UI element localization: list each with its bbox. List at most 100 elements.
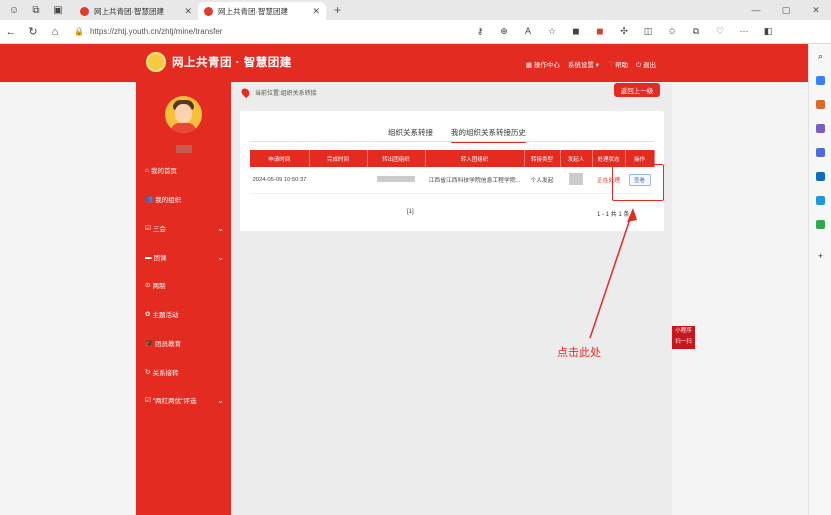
table-header-row: 申请时间 完成时间 转出团组织 转入团组织 转接类型 发起人 处理状态 操作 [250,150,655,167]
column-header: 完成时间 [309,150,368,167]
checkbox-icon: ☑ [145,225,151,232]
browser-toolbar: ⚷ ⊕ A ☆ ◼ ◼ ✣ ◫ ✩ ⧉ ♡ ··· ◧ [468,26,780,37]
games-icon[interactable] [809,116,831,140]
lock-icon: 🔒 [74,27,84,36]
browser-sidebar: ⌕ + [808,44,831,515]
close-tab-icon[interactable]: ✕ [312,6,320,17]
site-favicon-icon [204,6,213,16]
folder-icon: ▬ [145,253,152,261]
address-bar: ← ↻ ⌂ 🔒 https://zhtj.youth.cn/zhtj/mine/… [0,20,831,44]
window-controls: — ▢ ✕ [741,0,831,20]
sidebar-item-two-systems[interactable]: ⊙ 两制 [145,278,227,292]
column-header: 申请时间 [250,150,310,167]
column-header: 转入团组织 [425,150,525,167]
pagination[interactable]: [1] [407,209,414,215]
breadcrumb: 当前位置:组织关系转接 [239,86,317,99]
divider [250,141,654,142]
favorite-star-icon[interactable]: ☆ [540,26,564,37]
sidebar-item-my-org[interactable]: 👥 我的组织 [145,192,227,206]
minimize-icon[interactable]: — [741,5,771,15]
operation-center-link[interactable]: ▦ 操作中心 [526,59,560,70]
sidebar-toggle-icon[interactable]: ◧ [756,26,780,37]
more-icon[interactable]: ··· [732,26,756,37]
chevron-down-icon: ⌄ [217,223,224,233]
username-redacted [176,145,192,153]
from-org-cell [367,167,425,194]
checkbox-icon: ☑ [145,397,151,404]
home-icon: ⌂ [145,166,149,174]
column-header: 转出团组织 [367,150,426,167]
collections-icon[interactable]: ⧉ [684,26,708,37]
extension-red-icon[interactable]: ◼ [588,26,612,37]
sidebar-item-three-meetings[interactable]: ☑ 三会 ⌄ [145,221,227,235]
close-window-icon[interactable]: ✕ [801,5,831,16]
annotation-highlight-box [612,164,664,201]
send-icon[interactable] [809,188,831,212]
column-header: 发起人 [560,150,593,167]
chevron-down-icon: ⌄ [217,395,224,405]
back-icon[interactable]: ← [0,26,22,38]
close-tab-icon[interactable]: ✕ [184,6,192,17]
extension-icon[interactable]: ◼ [564,26,588,37]
initiator-cell [560,167,592,194]
home-icon[interactable]: ⌂ [44,26,66,38]
workspaces-icon[interactable]: ⧉ [28,2,44,18]
people-icon: 👥 [145,196,154,203]
apply-time-cell: 2024-05-09 10:50:37 [250,167,309,194]
tab-title: 网上共青团·智慧团建 [94,6,164,16]
header-menu: ▦ 操作中心 系统设置 ▾ ❓帮助 ⏻ 退出 [526,59,656,70]
location-pin-icon [239,86,252,99]
column-header: 转接类型 [524,150,561,167]
site-header [0,44,808,82]
favorites-icon[interactable]: ✩ [660,26,684,37]
annotation-text: 点击此处 [557,347,601,359]
league-emblem-icon [146,52,166,72]
system-settings-link[interactable]: 系统设置 ▾ [568,59,599,70]
puzzle-icon[interactable]: ✣ [612,26,636,37]
browser-tab-1[interactable]: 网上共青团·智慧团建 ✕ [74,2,198,20]
read-aloud-icon[interactable]: A [516,26,540,37]
zoom-icon[interactable]: ⊕ [492,26,516,37]
page-viewport: 网上共青团 · 智慧团建 ▦ 操作中心 系统设置 ▾ ❓帮助 ⏻ 退出 ⌂ 我的首… [0,44,808,515]
site-favicon-icon [80,6,89,16]
tag-icon[interactable] [809,68,831,92]
app-green-icon[interactable] [809,212,831,236]
sidebar-item-relation-transfer[interactable]: ↻ 关系接转 [145,365,227,379]
add-icon[interactable]: + [809,244,831,268]
logout-link[interactable]: ⏻ 退出 [636,59,656,70]
redacted-text [569,172,583,185]
profile-icon[interactable]: ☺ [6,2,22,18]
back-button[interactable]: 返回上一级 [614,83,660,97]
maximize-icon[interactable]: ▢ [771,5,801,16]
help-link[interactable]: ❓帮助 [607,59,628,70]
new-tab-icon[interactable]: + [334,3,341,17]
avatar [165,96,202,133]
split-screen-icon[interactable]: ◫ [636,26,660,37]
briefcase-icon[interactable] [809,92,831,116]
refresh-icon: ↻ [145,369,151,376]
chevron-down-icon: ⌄ [217,252,224,262]
sidebar-item-theme-activities[interactable]: ✿ 主题活动 [145,307,227,321]
gear-icon: ✿ [145,311,151,318]
table-row: 2024-05-09 10:50:37 江西省江西科技学院信息工程学院... 个… [250,167,654,194]
m365-icon[interactable] [809,140,831,164]
sidebar-item-league-class[interactable]: ▬ 团课 ⌄ [145,250,227,264]
key-icon[interactable]: ⚷ [468,26,492,37]
url-field[interactable]: 🔒 https://zhtj.youth.cn/zhtj/mine/transf… [74,23,462,41]
site-logo-text: 网上共青团 · 智慧团建 [172,57,292,69]
sidebar-item-evaluation[interactable]: ☑ "两红两优"评选 ⌄ [145,393,227,407]
tab-actions-icon[interactable]: ▣ [50,2,66,18]
search-icon[interactable]: ⌕ [809,44,831,68]
transfer-history-table: 申请时间 完成时间 转出团组织 转入团组织 转接类型 发起人 处理状态 操作 2… [250,150,655,194]
sidebar-item-home[interactable]: ⌂ 我的首页 [145,163,227,177]
mini-program-qr-tag[interactable]: 小程序 扫一扫 [672,326,695,349]
browser-tab-2[interactable]: 网上共青团·智慧团建 ✕ [198,2,326,20]
outlook-icon[interactable] [809,164,831,188]
to-org-cell: 江西省江西科技学院信息工程学院... [425,167,524,194]
circle-icon: ⊙ [145,282,151,289]
reload-icon[interactable]: ↻ [22,25,44,38]
tab-title: 网上共青团·智慧团建 [218,6,288,16]
url-text: https://zhtj.youth.cn/zhtj/mine/transfer [89,27,223,36]
sidebar-item-member-education[interactable]: 🎓 团员教育 [145,336,227,350]
browser-essentials-icon[interactable]: ♡ [708,26,732,37]
